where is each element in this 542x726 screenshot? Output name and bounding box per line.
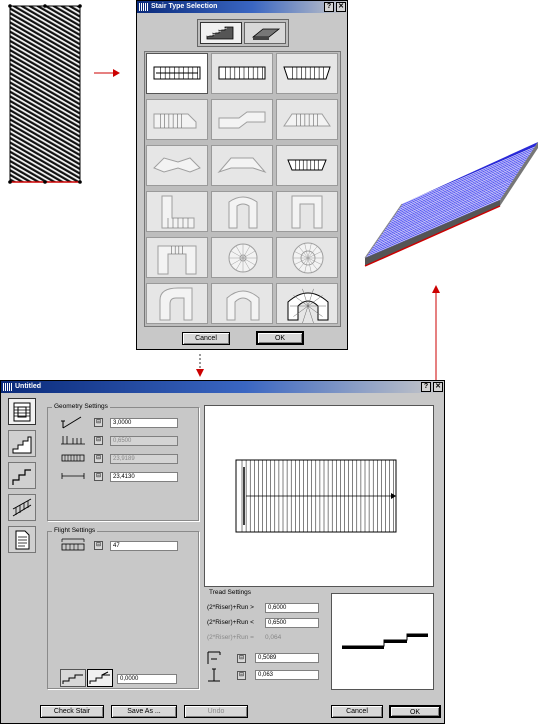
lock-icon[interactable]: ⊟ (94, 541, 103, 550)
slab-mode-button[interactable] (244, 22, 286, 44)
straight-stair-tapered-icon[interactable] (276, 53, 338, 94)
straight-stair-alt-icon[interactable] (211, 53, 273, 94)
document-icon (15, 530, 30, 549)
tread-count-icon (61, 454, 85, 462)
dialog-title-bar[interactable]: Untitled ? ✕ (1, 381, 444, 393)
lock-icon[interactable]: ⊟ (237, 671, 246, 680)
tab-listing[interactable] (8, 526, 36, 553)
l-stair-icon[interactable] (146, 191, 208, 232)
bottom-offset-field[interactable]: 0,0000 (117, 674, 177, 684)
close-button[interactable]: ✕ (336, 2, 346, 12)
arrow-up-icon (431, 284, 441, 384)
app-icon (139, 3, 148, 11)
app-icon (3, 383, 12, 391)
stair-plan-icon (13, 402, 31, 421)
dialog-title: Untitled (15, 383, 42, 390)
tread-rule-max-field[interactable]: 0,6500 (265, 618, 319, 628)
tread-depth-field[interactable]: 0,5089 (255, 653, 319, 663)
slab-icon (251, 28, 281, 40)
riser-field: 0,6500 (110, 436, 178, 446)
flight-group (47, 531, 199, 689)
help-button[interactable]: ? (324, 2, 334, 12)
stair-settings-dialog: Untitled ? ✕ Geometry Settings ⊟ 3,0000 … (0, 380, 445, 724)
stair-mode-toggle (197, 19, 289, 47)
railing-icon (12, 498, 32, 516)
tab-structure[interactable] (8, 430, 36, 457)
tread-rule-min-field[interactable]: 0,6000 (265, 603, 319, 613)
arrow-right-icon (94, 68, 120, 78)
geometry-group-label: Geometry Settings (52, 403, 110, 410)
tab-treads[interactable] (8, 462, 36, 489)
stair-type-dialog: Stair Type Selection ? ✕ Cancel OK (136, 0, 348, 350)
stair-plan-2d[interactable] (8, 4, 83, 184)
steps-field[interactable]: 47 (110, 541, 178, 551)
lock-icon[interactable]: ⊟ (94, 454, 103, 463)
stair-mode-button[interactable] (200, 22, 242, 44)
height-field[interactable]: 3,0000 (110, 418, 178, 428)
run-field[interactable]: 23,4130 (110, 472, 178, 482)
close-button[interactable]: ✕ (433, 382, 443, 392)
cancel-button[interactable]: Cancel (331, 705, 383, 718)
quarter-turn-right-icon[interactable] (211, 99, 273, 140)
angled-stair-icon[interactable] (146, 145, 208, 186)
help-button[interactable]: ? (421, 382, 431, 392)
three-flight-icon[interactable] (146, 237, 208, 278)
double-turn-icon[interactable] (276, 99, 338, 140)
flight-group-label: Flight Settings (52, 527, 98, 534)
length-field: 23,9189 (110, 454, 178, 464)
stair-section-icon (12, 436, 32, 453)
tread-rule-label: (2*Riser)+Run < (207, 619, 254, 626)
tread-rule-result: 0,064 (265, 634, 282, 641)
stair-end-icon (89, 671, 110, 684)
straight-stair-icon[interactable] (146, 53, 208, 94)
arched-stair-icon[interactable] (211, 283, 273, 324)
tread-depth-icon (207, 651, 221, 664)
lock-icon[interactable]: ⊟ (237, 654, 246, 663)
tread-profile-preview (331, 593, 434, 690)
tread-rule-label: (2*Riser)+Run > (207, 604, 254, 611)
check-stair-button[interactable]: Check Stair (40, 705, 104, 718)
ok-button[interactable]: OK (389, 705, 441, 718)
height-icon (61, 416, 82, 429)
spiral-stair-icon[interactable] (211, 237, 273, 278)
save-as-button[interactable]: Save As ... (111, 705, 177, 718)
tread-group-label: Tread Settings (209, 589, 252, 596)
dogleg-stair-icon[interactable] (276, 191, 338, 232)
round-stair-icon[interactable] (276, 237, 338, 278)
dialog-title-bar[interactable]: Stair Type Selection ? ✕ (137, 1, 347, 13)
stair-preview[interactable] (206, 407, 432, 585)
zigzag-stair-icon[interactable] (276, 145, 338, 186)
arrow-down-icon (195, 354, 205, 378)
stair-3d-view[interactable] (360, 140, 540, 280)
cancel-button[interactable]: Cancel (182, 332, 230, 345)
ok-button[interactable]: OK (256, 331, 304, 345)
tread-icon (12, 468, 31, 485)
tab-railing[interactable] (8, 494, 36, 521)
quarter-turn-left-icon[interactable] (146, 99, 208, 140)
dialog-title: Stair Type Selection (151, 3, 218, 10)
bent-stair-icon[interactable] (211, 145, 273, 186)
tab-geometry[interactable] (8, 398, 36, 425)
u-stair-icon[interactable] (211, 191, 273, 232)
stair-start-icon (62, 674, 83, 684)
riser-count-icon (61, 436, 85, 445)
curved-u-icon[interactable] (146, 283, 208, 324)
lock-icon[interactable]: ⊟ (94, 418, 103, 427)
tread-rule-label: (2*Riser)+Run = (207, 634, 254, 641)
grand-stair-icon[interactable] (276, 283, 338, 324)
end-mode-button[interactable] (87, 669, 113, 687)
stair-3d-icon (206, 26, 234, 40)
steps-icon (61, 538, 85, 551)
start-mode-button[interactable] (60, 669, 86, 687)
riser-height-icon (208, 668, 220, 682)
undo-button[interactable]: Undo (184, 705, 248, 718)
run-length-icon (61, 473, 85, 479)
lock-icon[interactable]: ⊟ (94, 436, 103, 445)
lock-icon[interactable]: ⊟ (94, 472, 103, 481)
riser-height-field[interactable]: 0,063 (255, 670, 319, 680)
